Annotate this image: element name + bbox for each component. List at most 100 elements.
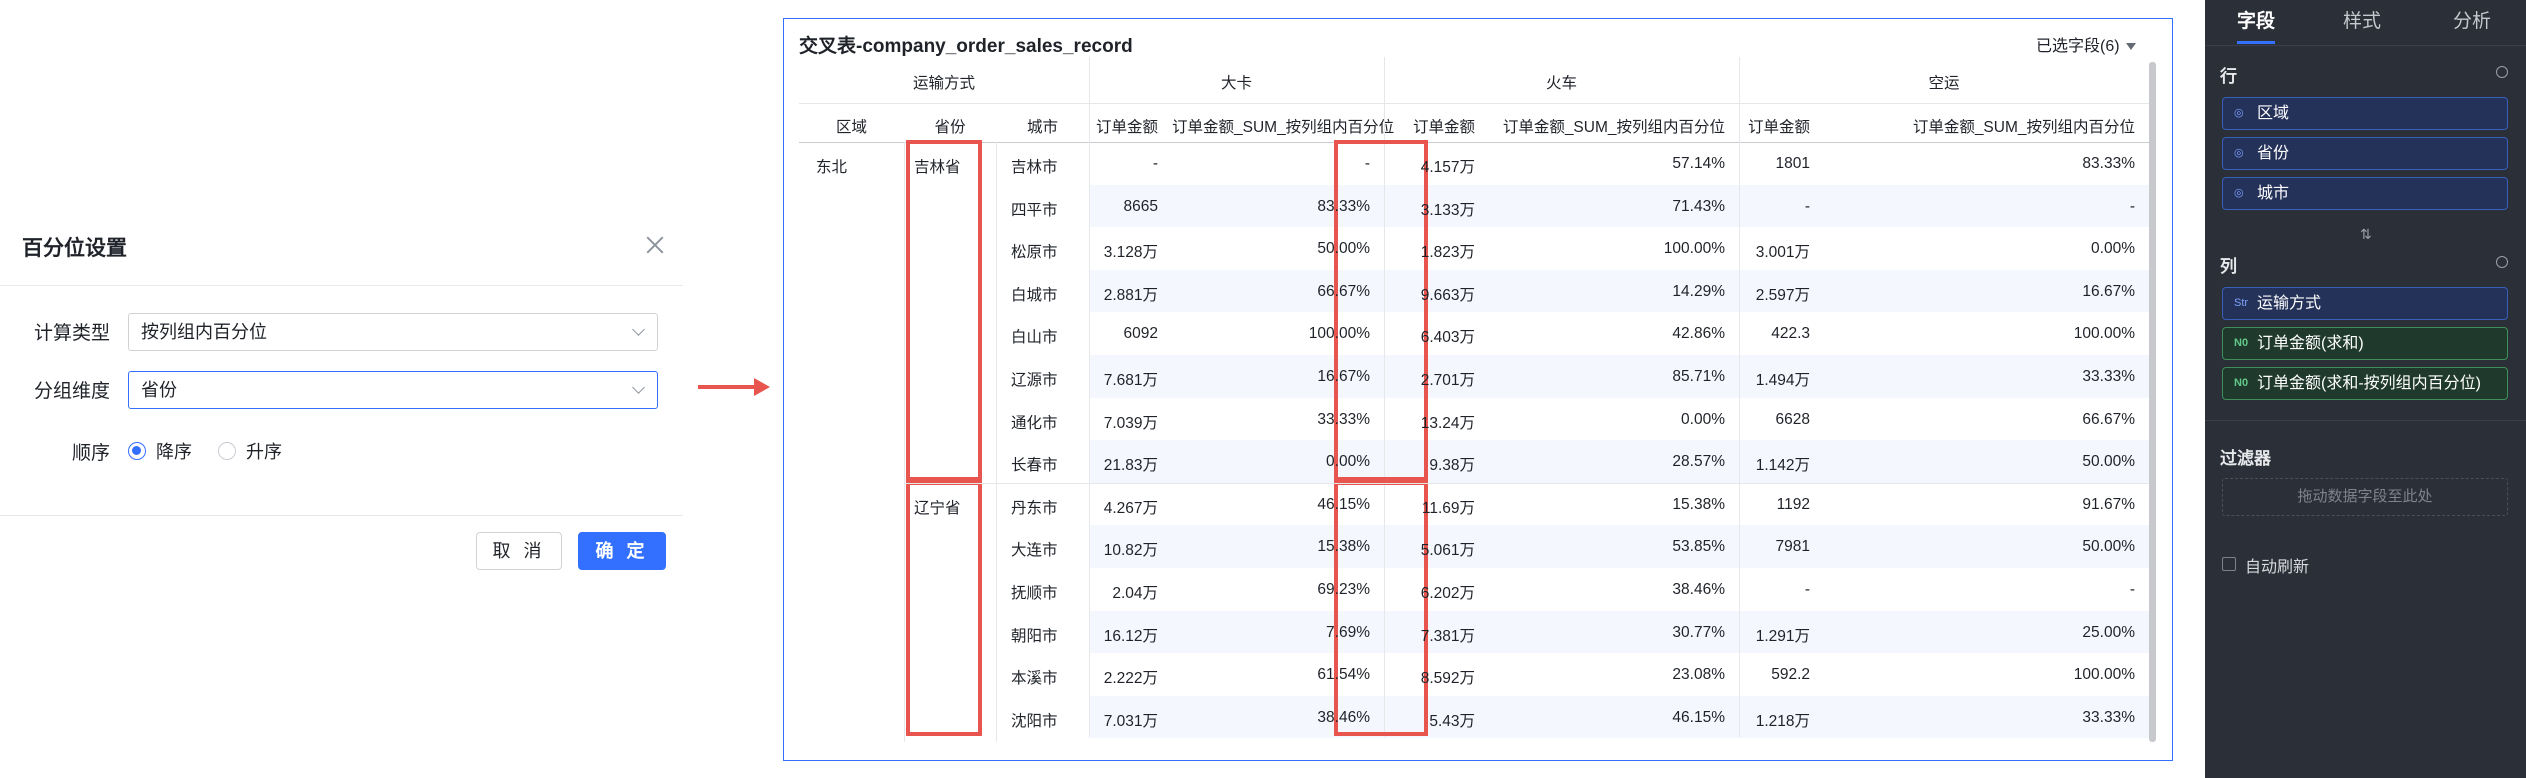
row-field-province[interactable]: ◎ 省份 — [2222, 137, 2508, 170]
gear-icon[interactable] — [2496, 256, 2508, 268]
value-cell: 0.00% — [1326, 453, 1370, 471]
value-cell: 33.33% — [1317, 410, 1370, 428]
order-asc-radio[interactable]: 升序 — [218, 438, 282, 464]
value-cell: 61.54% — [1317, 666, 1370, 684]
value-cell: 2.701万 — [1420, 372, 1475, 389]
value-cell: 592.2 — [1771, 666, 1810, 684]
group-dim-value: 省份 — [141, 380, 177, 400]
row-field-region[interactable]: ◎ 区域 — [2222, 97, 2508, 130]
value-cell: 33.33% — [2082, 368, 2135, 385]
cols-section-label: 列 — [2220, 257, 2237, 276]
value-cell: 7.681万 — [1103, 372, 1158, 389]
measure-icon: N0 — [2234, 377, 2249, 389]
value-cell: 50.00% — [2082, 538, 2135, 556]
value-cell: 2.222万 — [1103, 670, 1158, 688]
city-cell: 大连市 — [1011, 542, 1058, 560]
value-cell: 91.67% — [2082, 495, 2135, 513]
tab-style[interactable]: 样式 — [2343, 6, 2381, 33]
value-cell: - — [1152, 155, 1158, 172]
value-cell: 3.001万 — [1755, 244, 1810, 262]
city-cell: 辽源市 — [1011, 372, 1058, 389]
col-field-transport[interactable]: Str 运输方式 — [2222, 287, 2508, 320]
value-cell: 46.15% — [1317, 495, 1370, 513]
group-header: 火车 — [1545, 75, 1577, 92]
measure-icon: N0 — [2234, 337, 2249, 349]
radio-checked-icon — [128, 442, 146, 460]
value-cell: 2.04万 — [1112, 585, 1158, 602]
value-cell: - — [2129, 197, 2135, 215]
value-cell: 100.00% — [1308, 325, 1370, 343]
col-measure-percentile[interactable]: N0 订单金额(求和-按列组内百分位) — [2222, 367, 2508, 400]
group-dim-select[interactable]: 省份 — [128, 371, 658, 409]
value-cell: 38.46% — [1672, 581, 1725, 598]
cancel-button[interactable]: 取 消 — [476, 532, 562, 570]
col-measure-sum[interactable]: N0 订单金额(求和) — [2222, 327, 2508, 360]
province-divider — [904, 482, 2149, 484]
value-cell: 53.85% — [1672, 538, 1725, 556]
value-cell: 83.33% — [1317, 197, 1370, 215]
measure-header: 订单金额_SUM_按列组内百分位 — [1502, 119, 1725, 136]
divider — [0, 515, 683, 516]
value-cell: 7.381万 — [1420, 627, 1475, 645]
value-cell: 4.157万 — [1420, 159, 1475, 176]
vertical-scrollbar[interactable] — [2149, 62, 2156, 742]
rows-section-label: 行 — [2220, 67, 2237, 86]
value-cell: 7.031万 — [1103, 712, 1158, 730]
col-measure-label: 订单金额(求和-按列组内百分位) — [2257, 375, 2481, 392]
value-cell: 42.86% — [1672, 325, 1725, 343]
city-cell: 抚顺市 — [1011, 585, 1058, 602]
value-cell: 16.67% — [2082, 282, 2135, 300]
filter-dropzone[interactable]: 拖动数据字段至此处 — [2222, 478, 2508, 516]
selected-fields-dropdown[interactable]: 已选字段(6) — [2036, 32, 2136, 56]
measure-header: 订单金额_SUM_按列组内百分位 — [1172, 119, 1395, 136]
value-cell: 1.823万 — [1420, 244, 1475, 262]
auto-refresh-checkbox[interactable] — [2222, 557, 2236, 571]
value-cell: 6.403万 — [1420, 329, 1475, 347]
city-cell: 松原市 — [1011, 244, 1058, 262]
calc-type-select[interactable]: 按列组内百分位 — [128, 313, 658, 351]
value-cell: 100.00% — [1663, 240, 1725, 258]
value-cell: 6.202万 — [1420, 585, 1475, 602]
value-cell: 1.142万 — [1755, 457, 1810, 475]
row-field-city[interactable]: ◎ 城市 — [2222, 177, 2508, 210]
value-cell: 2.597万 — [1755, 286, 1810, 304]
swap-rows-cols-icon[interactable]: ⇅ — [2360, 226, 2372, 243]
tab-fields[interactable]: 字段 — [2237, 6, 2275, 33]
grid-line — [996, 142, 997, 742]
grid-line — [904, 142, 905, 742]
dimension-icon: ◎ — [2234, 107, 2244, 119]
order-label: 顺序 — [71, 443, 110, 464]
order-asc-label: 升序 — [246, 442, 282, 462]
value-cell: 69.23% — [1317, 581, 1370, 598]
value-cell: 100.00% — [2073, 325, 2135, 343]
gear-icon[interactable] — [2496, 66, 2508, 78]
city-cell: 通化市 — [1011, 414, 1058, 432]
value-cell: 71.43% — [1672, 197, 1725, 215]
city-cell: 沈阳市 — [1011, 712, 1058, 730]
value-cell: - — [1804, 581, 1810, 598]
confirm-button[interactable]: 确 定 — [578, 532, 666, 570]
value-cell: 50.00% — [1317, 240, 1370, 258]
highlight-box-province — [906, 480, 982, 737]
value-cell: 3.133万 — [1420, 201, 1475, 219]
tab-analysis[interactable]: 分析 — [2453, 6, 2491, 33]
chevron-down-icon — [632, 323, 645, 336]
arrow-right-icon — [698, 378, 770, 396]
region-cell: 东北 — [816, 159, 848, 176]
auto-refresh-label: 自动刷新 — [2245, 559, 2310, 576]
order-desc-radio[interactable]: 降序 — [128, 438, 192, 464]
value-cell: 15.38% — [1672, 495, 1725, 513]
close-icon[interactable] — [640, 230, 670, 260]
row-field-label: 区域 — [2257, 105, 2290, 122]
divider — [2205, 420, 2526, 421]
value-cell: 66.67% — [2082, 410, 2135, 428]
value-cell: 83.33% — [2082, 155, 2135, 172]
value-cell: 28.57% — [1672, 453, 1725, 471]
row-dim-header: 区域 — [835, 119, 867, 136]
row-dim-header: 城市 — [1026, 119, 1058, 136]
city-cell: 吉林市 — [1011, 159, 1058, 176]
measure-header: 订单金额_SUM_按列组内百分位 — [1912, 119, 2135, 136]
value-cell: 5.43万 — [1429, 712, 1475, 730]
highlight-box-percentile — [1334, 480, 1428, 737]
value-cell: 5.061万 — [1420, 542, 1475, 560]
